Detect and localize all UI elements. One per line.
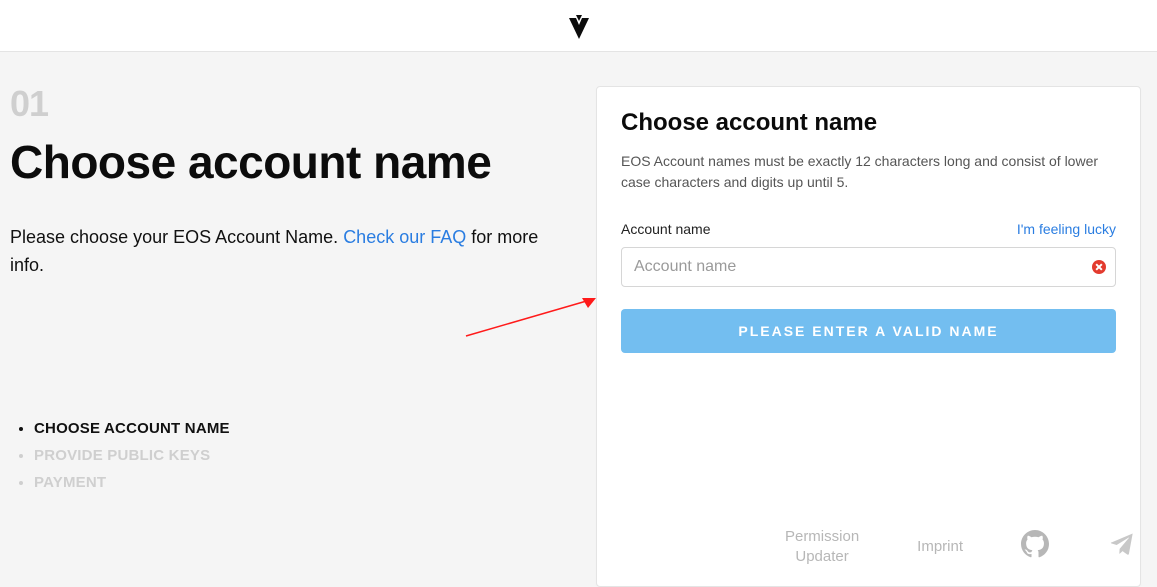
account-name-input[interactable] — [621, 247, 1116, 287]
footer-imprint[interactable]: Imprint — [917, 537, 963, 557]
step-provide-keys[interactable]: PROVIDE PUBLIC KEYS — [34, 447, 550, 464]
field-row: Account name I'm feeling lucky — [621, 221, 1116, 237]
telegram-icon[interactable] — [1107, 530, 1135, 563]
step-number: 01 — [10, 86, 550, 122]
card-description: EOS Account names must be exactly 12 cha… — [621, 151, 1116, 193]
error-icon — [1092, 260, 1106, 274]
account-name-label: Account name — [621, 221, 711, 237]
step-choose-account[interactable]: CHOOSE ACCOUNT NAME — [34, 420, 550, 437]
topbar — [0, 0, 1157, 52]
page-subtext: Please choose your EOS Account Name. Che… — [10, 224, 550, 280]
account-card: Choose account name EOS Account names mu… — [596, 86, 1141, 587]
page-title: Choose account name — [10, 138, 550, 186]
submit-button[interactable]: PLEASE ENTER A VALID NAME — [621, 309, 1116, 353]
github-icon[interactable] — [1021, 530, 1049, 563]
main-area: 01 Choose account name Please choose you… — [0, 52, 1157, 587]
steps-list: CHOOSE ACCOUNT NAME PROVIDE PUBLIC KEYS … — [10, 420, 550, 491]
footer-permission-updater[interactable]: Permission Updater — [785, 527, 859, 568]
card-title: Choose account name — [621, 109, 1116, 137]
feeling-lucky-link[interactable]: I'm feeling lucky — [1017, 221, 1116, 237]
left-column: 01 Choose account name Please choose you… — [10, 86, 550, 587]
subtext-before: Please choose your EOS Account Name. — [10, 227, 343, 247]
account-name-input-wrap — [621, 247, 1116, 287]
brand-logo-icon — [564, 11, 594, 41]
step-payment[interactable]: PAYMENT — [34, 474, 550, 491]
faq-link[interactable]: Check our FAQ — [343, 227, 466, 247]
footer: Permission Updater Imprint — [785, 527, 1135, 568]
